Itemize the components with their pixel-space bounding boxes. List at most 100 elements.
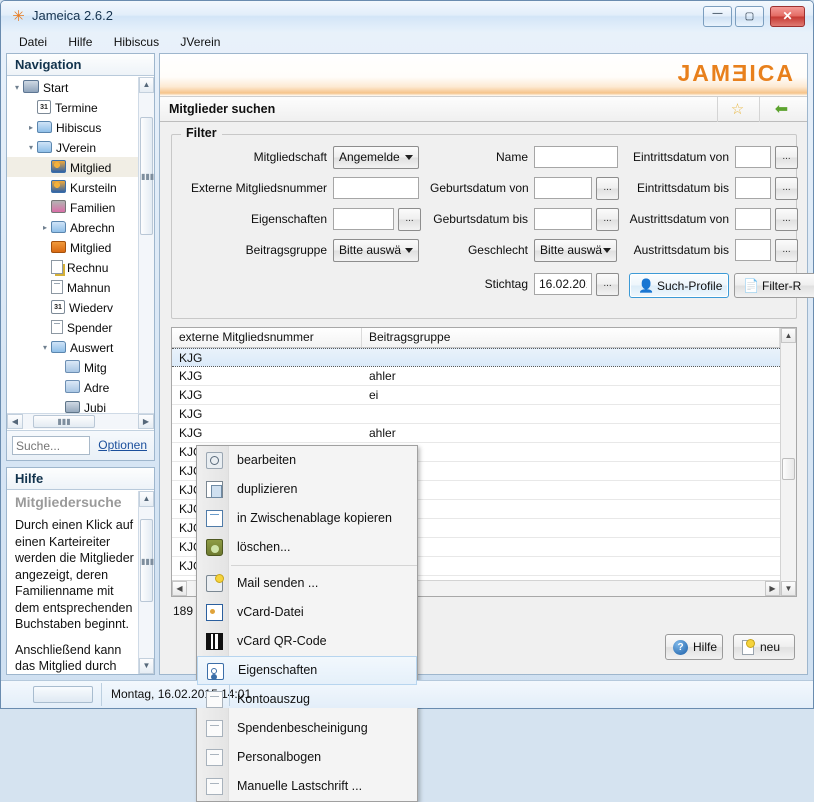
context-menu-item-manuelle-lastschrift[interactable]: Manuelle Lastschrift ... xyxy=(197,772,417,801)
chevron-down-icon[interactable]: ▾ xyxy=(25,138,37,158)
scroll-up-icon[interactable]: ▲ xyxy=(139,77,154,93)
eintrittsdatum-bis-browse-button[interactable]: ... xyxy=(775,177,798,200)
such-profile-button[interactable]: 👤 Such-Profile xyxy=(629,273,729,298)
name-input[interactable] xyxy=(534,146,618,168)
navigation-vertical-scrollbar[interactable]: ▲ ▮▮▮ ▼ xyxy=(138,77,154,429)
magnifier-doc-icon xyxy=(206,452,223,469)
sidebar-item-hibiscus[interactable]: ▸ Hibiscus xyxy=(7,117,154,137)
context-menu-item-mail-senden[interactable]: Mail senden ... xyxy=(197,569,417,598)
table-vertical-scrollbar[interactable]: ▲ ▼ xyxy=(780,328,796,596)
context-menu-item-spendenbescheinigung[interactable]: Spendenbescheinigung xyxy=(197,714,417,743)
menu-item-hilfe[interactable]: Hilfe xyxy=(59,32,101,52)
hscrollbar-thumb[interactable]: ▮▮▮ xyxy=(33,415,95,428)
chevron-right-icon[interactable]: ▸ xyxy=(25,118,37,138)
sidebar-item-rechnu[interactable]: Rechnu xyxy=(7,257,154,277)
eigenschaften-browse-button[interactable]: ... xyxy=(398,208,421,231)
geburtsdatum-von-input[interactable] xyxy=(534,177,592,199)
austrittsdatum-von-input[interactable] xyxy=(735,208,771,230)
scroll-left-icon[interactable]: ◀ xyxy=(172,581,187,596)
column-header-beitragsgruppe[interactable]: Beitragsgruppe xyxy=(362,328,780,347)
sidebar-item-adre[interactable]: Adre xyxy=(7,377,154,397)
table-cell: ei xyxy=(362,443,780,462)
back-arrow-icon[interactable]: ⬅ xyxy=(759,97,803,122)
chevron-down-icon[interactable]: ▾ xyxy=(39,338,51,358)
scroll-right-icon[interactable]: ▶ xyxy=(138,414,154,429)
austrittsdatum-von-browse-button[interactable]: ... xyxy=(775,208,798,231)
maximize-button[interactable]: ▢ xyxy=(735,6,764,27)
column-header-externe-mitgliedsnummer[interactable]: externe Mitgliedsnummer xyxy=(172,328,362,347)
context-menu-item-vcard-qr-code[interactable]: vCard QR-Code xyxy=(197,627,417,656)
context-menu-item-eigenschaften[interactable]: Eigenschaften xyxy=(197,656,417,685)
table-row[interactable]: KJGahlerF xyxy=(172,424,780,443)
table-row[interactable]: KJGF xyxy=(172,405,780,424)
menu-item-hibiscus[interactable]: Hibiscus xyxy=(105,32,168,52)
menu-item-datei[interactable]: Datei xyxy=(10,32,56,52)
scroll-left-icon[interactable]: ◀ xyxy=(7,414,23,429)
sidebar-item-auswert[interactable]: ▾ Auswert xyxy=(7,337,154,357)
sidebar-item-mitg[interactable]: Mitg xyxy=(7,357,154,377)
sidebar-item-mitglied[interactable]: Mitglied xyxy=(7,237,154,257)
filter-reset-button[interactable]: 📄 Filter-R xyxy=(734,273,814,298)
navigation-tree[interactable]: ▾ Start Termine ▸ Hibiscus ▾ JVerein Mitglied Ku… xyxy=(7,77,154,429)
table-row[interactable]: KJGF xyxy=(172,348,780,367)
scrollbar-thumb[interactable]: ▮▮▮ xyxy=(140,519,154,602)
options-link[interactable]: Optionen xyxy=(98,438,147,452)
context-menu-item-bearbeiten[interactable]: bearbeiten xyxy=(197,446,417,475)
context-menu-item-kontoauszug[interactable]: Kontoauszug xyxy=(197,685,417,714)
context-menu-item-vcard-datei[interactable]: vCard-Datei xyxy=(197,598,417,627)
sidebar-item-jverein[interactable]: ▾ JVerein xyxy=(7,137,154,157)
scroll-right-icon[interactable]: ▶ xyxy=(765,581,780,596)
eintrittsdatum-von-browse-button[interactable]: ... xyxy=(775,146,798,169)
favorite-star-icon[interactable]: ☆ xyxy=(717,97,757,122)
stichtag-browse-button[interactable]: ... xyxy=(596,273,619,296)
stichtag-input[interactable] xyxy=(534,273,592,295)
mitgliedschaft-combo[interactable]: Angemelde xyxy=(333,146,419,169)
search-input[interactable] xyxy=(12,436,90,455)
help-button[interactable]: ? Hilfe xyxy=(665,634,723,660)
eintrittsdatum-bis-input[interactable] xyxy=(735,177,771,199)
table-row[interactable]: KJGahlerF xyxy=(172,367,780,386)
sidebar-item-termine[interactable]: Termine xyxy=(7,97,154,117)
beitragsgruppe-combo[interactable]: Bitte auswä xyxy=(333,239,419,262)
context-menu-item-in-zwischenablage-kopieren[interactable]: in Zwischenablage kopieren xyxy=(197,504,417,533)
minimize-button[interactable]: — xyxy=(703,6,732,27)
sidebar-item-kursteiln[interactable]: Kursteiln xyxy=(7,177,154,197)
new-button[interactable]: neu xyxy=(733,634,795,660)
austrittsdatum-bis-browse-button[interactable]: ... xyxy=(775,239,798,262)
scrollbar-thumb[interactable]: ▮▮▮ xyxy=(140,117,154,235)
sidebar-item-start[interactable]: ▾ Start xyxy=(7,77,154,97)
geburtsdatum-von-browse-button[interactable]: ... xyxy=(596,177,619,200)
menu-item-jverein[interactable]: JVerein xyxy=(171,32,229,52)
context-menu[interactable]: bearbeiten duplizieren in Zwischenablage k… xyxy=(196,445,418,802)
table-cell: KJG xyxy=(179,388,203,402)
sidebar-item-wiederv[interactable]: Wiederv xyxy=(7,297,154,317)
geschlecht-combo[interactable]: Bitte auswä xyxy=(534,239,617,262)
navigation-horizontal-scrollbar[interactable]: ◀ ▮▮▮ ▶ xyxy=(7,413,154,429)
scrollbar-thumb[interactable] xyxy=(782,458,795,480)
eigenschaften-input[interactable] xyxy=(333,208,394,230)
context-menu-item-personalbogen[interactable]: Personalbogen xyxy=(197,743,417,772)
table-cell: ag xyxy=(362,519,780,538)
sidebar-item-mitglied[interactable]: Mitglied xyxy=(7,157,154,177)
scroll-up-icon[interactable]: ▲ xyxy=(781,328,796,343)
sidebar-item-abrechn[interactable]: ▸ Abrechn xyxy=(7,217,154,237)
austrittsdatum-bis-input[interactable] xyxy=(735,239,771,261)
context-menu-item-löschen[interactable]: löschen... xyxy=(197,533,417,562)
chevron-right-icon[interactable]: ▸ xyxy=(39,218,51,238)
scroll-up-icon[interactable]: ▲ xyxy=(139,491,154,507)
scroll-down-icon[interactable]: ▼ xyxy=(139,658,154,674)
scroll-down-icon[interactable]: ▼ xyxy=(781,581,796,596)
context-menu-item-duplizieren[interactable]: duplizieren xyxy=(197,475,417,504)
table-row[interactable]: KJGeiF xyxy=(172,386,780,405)
sidebar-item-label: Auswert xyxy=(70,340,114,355)
sidebar-item-familien[interactable]: Familien xyxy=(7,197,154,217)
close-button[interactable]: ✕ xyxy=(770,6,805,27)
geburtsdatum-bis-input[interactable] xyxy=(534,208,592,230)
sidebar-item-spender[interactable]: Spender xyxy=(7,317,154,337)
sidebar-item-mahnun[interactable]: Mahnun xyxy=(7,277,154,297)
help-vertical-scrollbar[interactable]: ▲ ▮▮▮ ▼ xyxy=(138,491,154,674)
eintrittsdatum-von-input[interactable] xyxy=(735,146,771,168)
chevron-down-icon[interactable]: ▾ xyxy=(11,78,23,98)
externe-mitgliedsnummer-input[interactable] xyxy=(333,177,419,199)
geburtsdatum-bis-browse-button[interactable]: ... xyxy=(596,208,619,231)
